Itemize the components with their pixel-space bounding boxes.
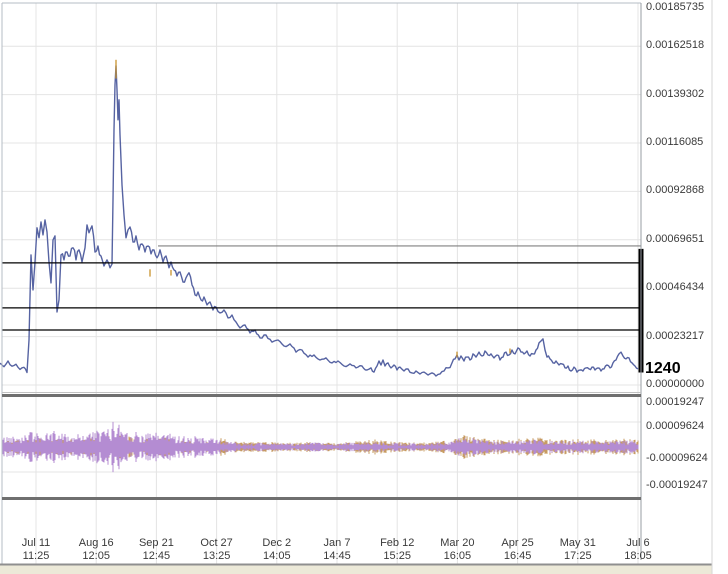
trading-chart-window: 1240 0.00185735 0.00162518 0.00139302 0.001… <box>0 0 728 574</box>
price-chart-canvas[interactable] <box>0 0 728 574</box>
